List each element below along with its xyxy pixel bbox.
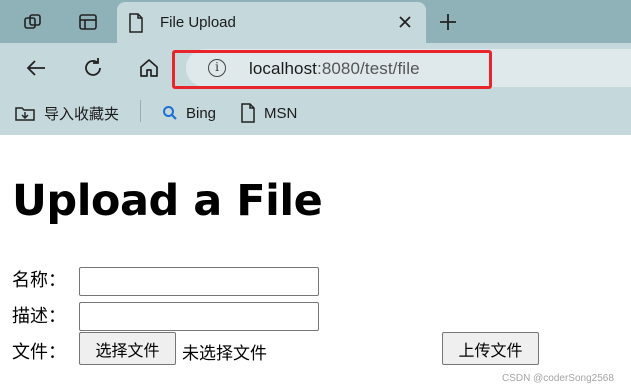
- refresh-icon[interactable]: [77, 52, 109, 84]
- tab-title: File Upload: [160, 14, 236, 31]
- upload-button[interactable]: 上传文件: [442, 332, 539, 365]
- tab-strip: File Upload: [0, 0, 631, 43]
- page-icon: [241, 103, 255, 123]
- description-label: 描述：: [12, 306, 66, 326]
- file-label: 文件：: [12, 342, 66, 362]
- page-title: Upload a File: [12, 176, 323, 226]
- back-icon[interactable]: [20, 52, 52, 84]
- tab-file-upload[interactable]: File Upload: [117, 2, 426, 43]
- search-icon: [163, 106, 177, 120]
- favorite-bing[interactable]: Bing: [162, 101, 216, 125]
- no-file-chosen-text: 未选择文件: [182, 344, 267, 363]
- import-favorites-icon: [15, 107, 35, 121]
- workspaces-icon[interactable]: [15, 0, 51, 43]
- favorite-msn[interactable]: MSN: [240, 101, 297, 125]
- favorites-divider: [140, 100, 141, 122]
- new-tab-icon[interactable]: [435, 9, 461, 35]
- favorite-label: Bing: [186, 104, 217, 122]
- favorite-import[interactable]: 导入收藏夹: [14, 101, 119, 125]
- tab-actions-icon[interactable]: [70, 0, 106, 43]
- close-tab-icon[interactable]: [395, 12, 415, 32]
- favorite-label: MSN: [264, 104, 298, 122]
- watermark: CSDN @coderSong2568: [502, 373, 614, 384]
- favorites-bar: 导入收藏夹 Bing MSN: [0, 93, 631, 135]
- name-input[interactable]: [79, 267, 319, 296]
- address-highlight-box: [172, 50, 492, 89]
- name-label: 名称：: [12, 270, 66, 290]
- description-input[interactable]: [79, 302, 319, 331]
- home-icon[interactable]: [133, 52, 165, 84]
- choose-file-button[interactable]: 选择文件: [79, 332, 176, 365]
- favorite-label: 导入收藏夹: [44, 105, 120, 123]
- page-favicon-icon: [128, 13, 144, 38]
